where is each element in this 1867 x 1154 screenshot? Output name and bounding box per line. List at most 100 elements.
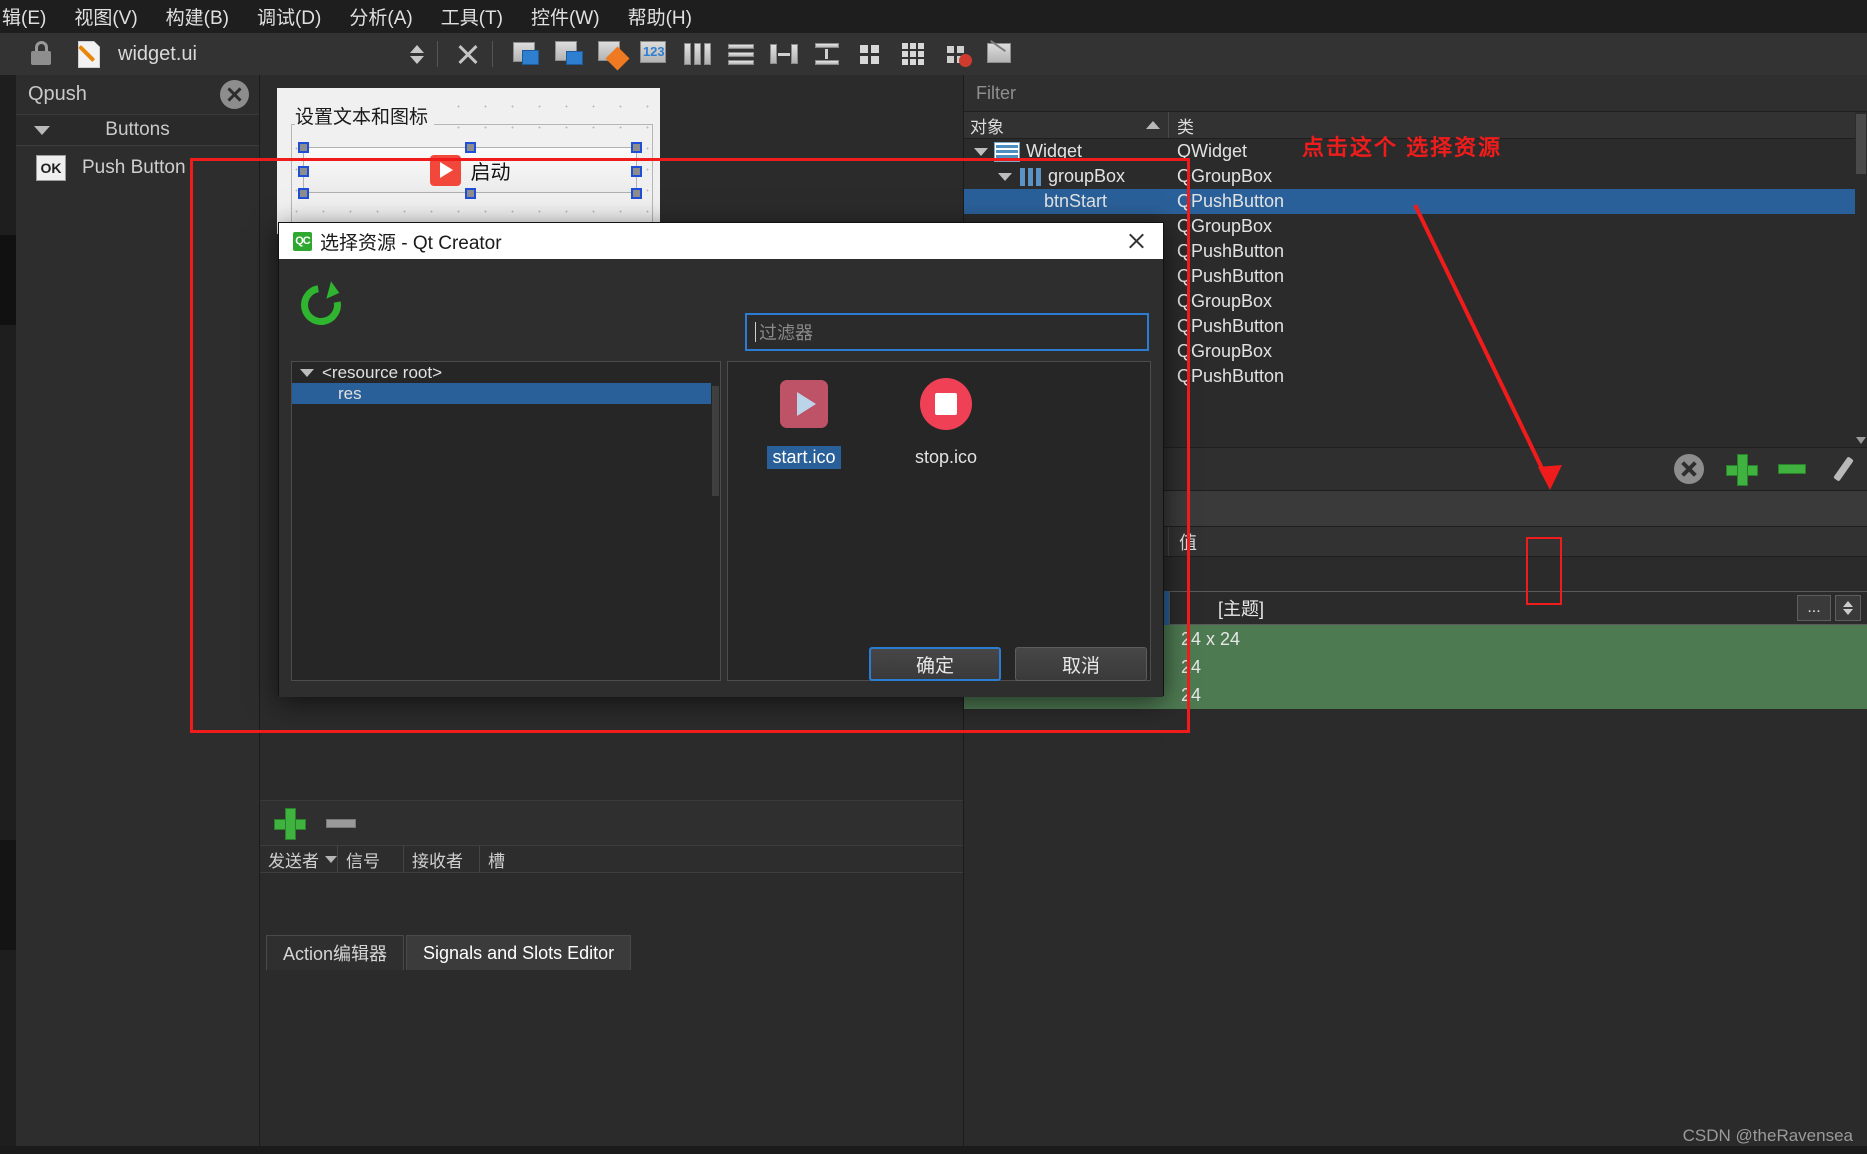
designer-btn-start[interactable]: 启动 <box>303 147 637 193</box>
cancel-button[interactable]: 取消 <box>1015 647 1147 681</box>
menu-item-tools[interactable]: 工具(T) <box>427 1 517 32</box>
resource-icon-grid[interactable]: start.ico stop.ico <box>727 361 1151 681</box>
lock-icon[interactable] <box>26 39 60 69</box>
list-item-stop-ico[interactable]: stop.ico <box>892 378 1000 680</box>
qt-creator-window: 辑(E) 视图(V) 构建(B) 调试(D) 分析(A) 工具(T) 控件(W)… <box>0 0 1867 1154</box>
scrollbar-thumb[interactable] <box>712 386 719 496</box>
resource-tree[interactable]: <resource root> res <box>291 361 721 681</box>
designer-groupbox-title: 设置文本和图标 <box>295 102 435 129</box>
send-to-front-icon[interactable] <box>549 37 589 71</box>
watermark: CSDN @theRavensea <box>1682 1126 1853 1145</box>
layout-splitter-v-icon[interactable] <box>807 37 847 71</box>
table-row[interactable]: groupBox QGroupBox <box>964 164 1867 189</box>
edit-buddies-icon[interactable] <box>592 37 632 71</box>
annotation-rect-bottom <box>190 730 1190 733</box>
open-file-name[interactable]: widget.ui <box>118 43 197 66</box>
tree-item-res[interactable]: res <box>292 383 720 404</box>
widget-box-item-label: Push Button <box>82 157 186 178</box>
signal-slot-toolbar <box>260 800 963 845</box>
designer-form-widget[interactable]: 设置文本和图标 启动 <box>277 88 660 234</box>
tree-item-resource-root[interactable]: <resource root> <box>292 362 720 383</box>
break-layout-icon[interactable] <box>936 37 976 71</box>
chevron-down-icon[interactable] <box>998 172 1012 181</box>
layout-splitter-h-icon[interactable] <box>764 37 804 71</box>
close-icon[interactable] <box>454 40 482 68</box>
layout-form-icon[interactable] <box>850 37 890 71</box>
menu-item-build[interactable]: 构建(B) <box>152 1 243 32</box>
browse-button[interactable]: ... <box>1797 595 1831 621</box>
select-resource-dialog[interactable]: QC 选择资源 - Qt Creator 过滤器 <resource root>… <box>278 222 1164 697</box>
configure-icon[interactable] <box>1828 454 1858 484</box>
clear-filter-icon[interactable] <box>1674 454 1704 484</box>
tab-action-editor[interactable]: Action编辑器 <box>266 935 405 970</box>
widget-box-item-push-button[interactable]: OK Push Button <box>16 146 259 190</box>
property-value[interactable] <box>1169 557 1867 591</box>
resize-handle[interactable] <box>298 142 309 153</box>
resize-handle[interactable] <box>631 142 642 153</box>
add-property-icon[interactable] <box>1726 454 1758 486</box>
chevron-down-icon[interactable] <box>300 368 314 377</box>
resource-tree-scrollbar[interactable] <box>711 362 720 680</box>
property-value[interactable]: 24 x 24 <box>1169 625 1867 653</box>
edit-tab-order-icon[interactable]: 123 <box>635 37 675 71</box>
menu-item-debug[interactable]: 调试(D) <box>243 1 335 32</box>
annotation-rect-right <box>1187 158 1190 733</box>
tab-signals-slots-editor[interactable]: Signals and Slots Editor <box>406 935 632 970</box>
remove-property-icon[interactable] <box>1778 464 1806 474</box>
menu-bar: 辑(E) 视图(V) 构建(B) 调试(D) 分析(A) 工具(T) 控件(W)… <box>0 0 1867 33</box>
resize-handle[interactable] <box>631 166 642 177</box>
ok-button[interactable]: 确定 <box>869 647 1001 681</box>
annotation-note: 点击这个 选择资源 <box>1302 135 1503 160</box>
property-value[interactable]: 24 <box>1169 681 1867 709</box>
object-name: groupBox <box>1048 166 1126 186</box>
widget-box-category-buttons[interactable]: Buttons <box>16 115 259 146</box>
column-value[interactable]: 值 <box>1169 529 1867 555</box>
object-inspector-scrollbar[interactable] <box>1855 112 1867 444</box>
resize-handle[interactable] <box>465 188 476 199</box>
column-sender[interactable]: 发送者 <box>260 846 338 872</box>
resource-file-label: start.ico <box>767 446 841 469</box>
column-receiver[interactable]: 接收者 <box>404 846 480 872</box>
resize-handle[interactable] <box>631 188 642 199</box>
layout-horizontal-icon[interactable] <box>678 37 718 71</box>
scroll-down-icon[interactable] <box>1856 437 1866 444</box>
tree-item-label: <resource root> <box>322 362 443 382</box>
refresh-icon[interactable] <box>293 277 349 333</box>
column-class[interactable]: 类 <box>1169 112 1867 138</box>
dialog-filter-input[interactable]: 过滤器 <box>745 313 1149 351</box>
clear-circle-icon[interactable] <box>220 80 249 109</box>
resize-handle[interactable] <box>298 188 309 199</box>
plus-icon[interactable] <box>274 808 306 840</box>
menu-item-edit[interactable]: 辑(E) <box>0 1 60 32</box>
column-object[interactable]: 对象 <box>964 112 1169 138</box>
object-class: QGroupBox <box>1177 166 1273 186</box>
chevron-down-icon[interactable] <box>974 147 988 156</box>
spin-updown-icon[interactable] <box>1835 595 1861 621</box>
menu-item-widgets[interactable]: 控件(W) <box>517 1 614 32</box>
resize-handle[interactable] <box>465 142 476 153</box>
menu-item-help[interactable]: 帮助(H) <box>614 1 706 32</box>
text-caret <box>755 322 756 342</box>
spin-updown-icon[interactable] <box>407 39 427 69</box>
menu-item-analyze[interactable]: 分析(A) <box>335 1 426 32</box>
sort-asc-icon <box>1146 121 1160 129</box>
list-item-start-ico[interactable]: start.ico <box>750 378 858 680</box>
sidebar-mode-strip-2[interactable] <box>0 840 16 950</box>
adjust-size-icon[interactable] <box>979 37 1019 71</box>
property-value[interactable]: 24 <box>1169 653 1867 681</box>
tree-item-label: res <box>338 383 362 403</box>
column-slot[interactable]: 槽 <box>480 846 963 872</box>
layout-grid-icon[interactable] <box>893 37 933 71</box>
send-to-back-icon[interactable] <box>506 37 546 71</box>
column-signal[interactable]: 信号 <box>338 846 404 872</box>
scrollbar-thumb[interactable] <box>1856 114 1866 174</box>
menu-item-view[interactable]: 视图(V) <box>60 1 151 32</box>
minus-icon[interactable] <box>326 818 356 828</box>
resize-handle[interactable] <box>298 166 309 177</box>
close-icon[interactable] <box>1115 224 1157 258</box>
widget-box-search-input[interactable]: Qpush <box>28 83 87 106</box>
layout-vertical-icon[interactable] <box>721 37 761 71</box>
object-inspector-filter[interactable]: Filter <box>964 75 1867 112</box>
sidebar-mode-strip[interactable] <box>0 235 16 325</box>
property-value[interactable]: [主题] ... <box>1169 591 1867 625</box>
